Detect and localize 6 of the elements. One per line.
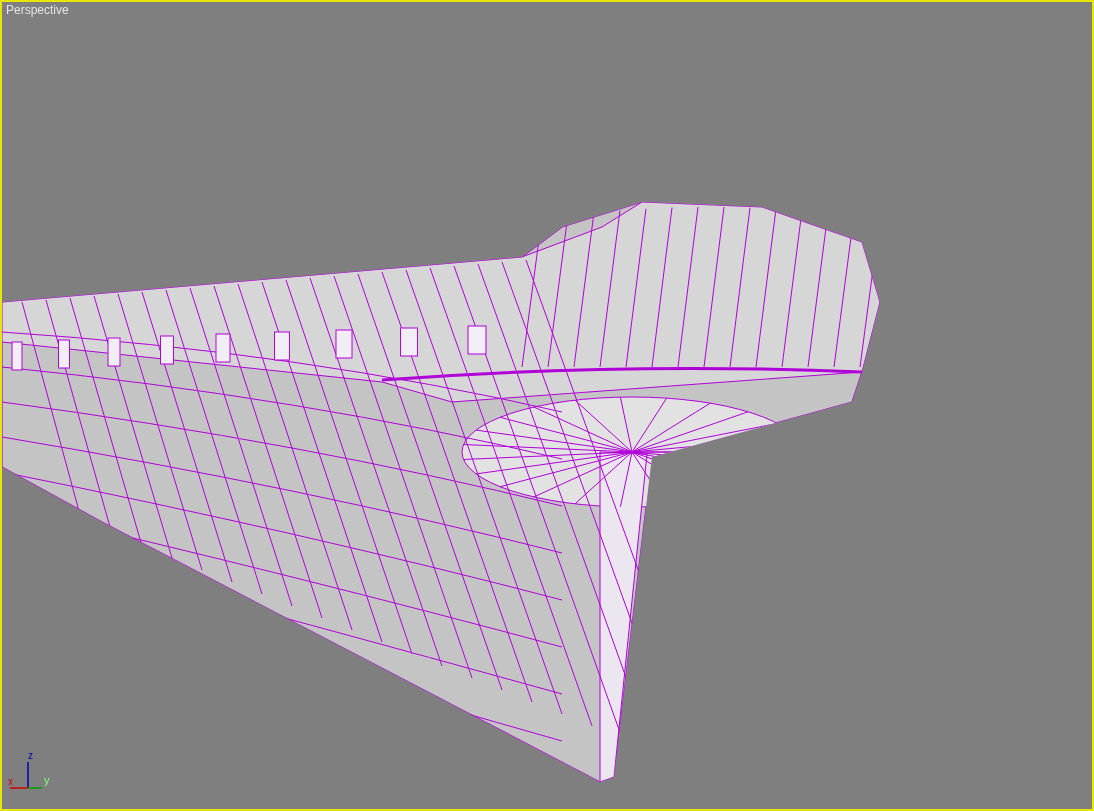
axis-label: z — [28, 750, 33, 761]
viewport-label[interactable]: Perspective — [6, 3, 69, 17]
viewport[interactable]: Perspective z x y — [0, 0, 1094, 811]
axis-label: y — [44, 774, 50, 786]
axis-label: x — [8, 776, 13, 787]
axis-gizmo-icon — [9, 761, 43, 789]
